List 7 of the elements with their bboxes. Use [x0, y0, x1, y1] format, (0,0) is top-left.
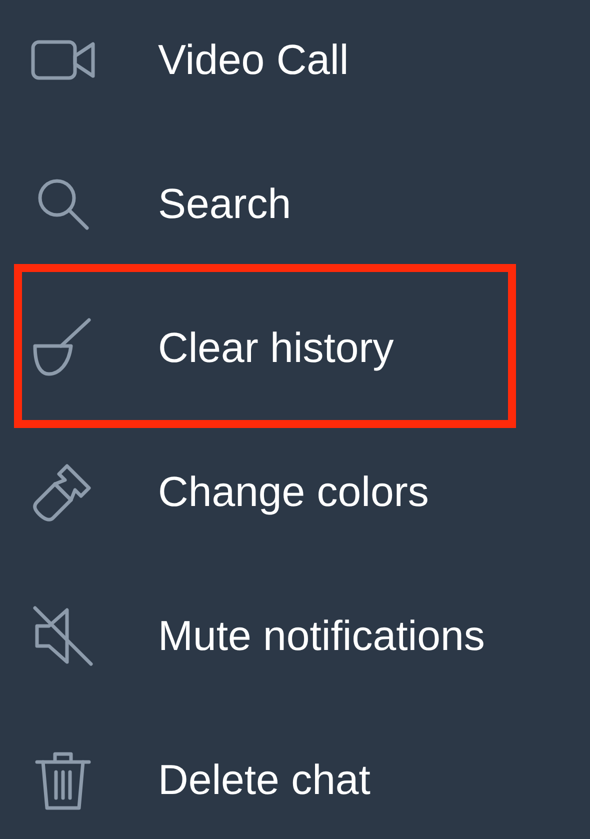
menu-item[interactable]: Change colors	[158, 468, 429, 516]
menu-item[interactable]: Search	[158, 180, 292, 228]
menu-item[interactable]: Mute notifications	[158, 612, 485, 660]
muted-speaker-icon	[31, 604, 95, 668]
menu-item[interactable]: Video Call	[158, 36, 349, 84]
menu-item[interactable]: Clear history	[158, 324, 394, 372]
menu-item[interactable]: Delete chat	[158, 756, 370, 804]
